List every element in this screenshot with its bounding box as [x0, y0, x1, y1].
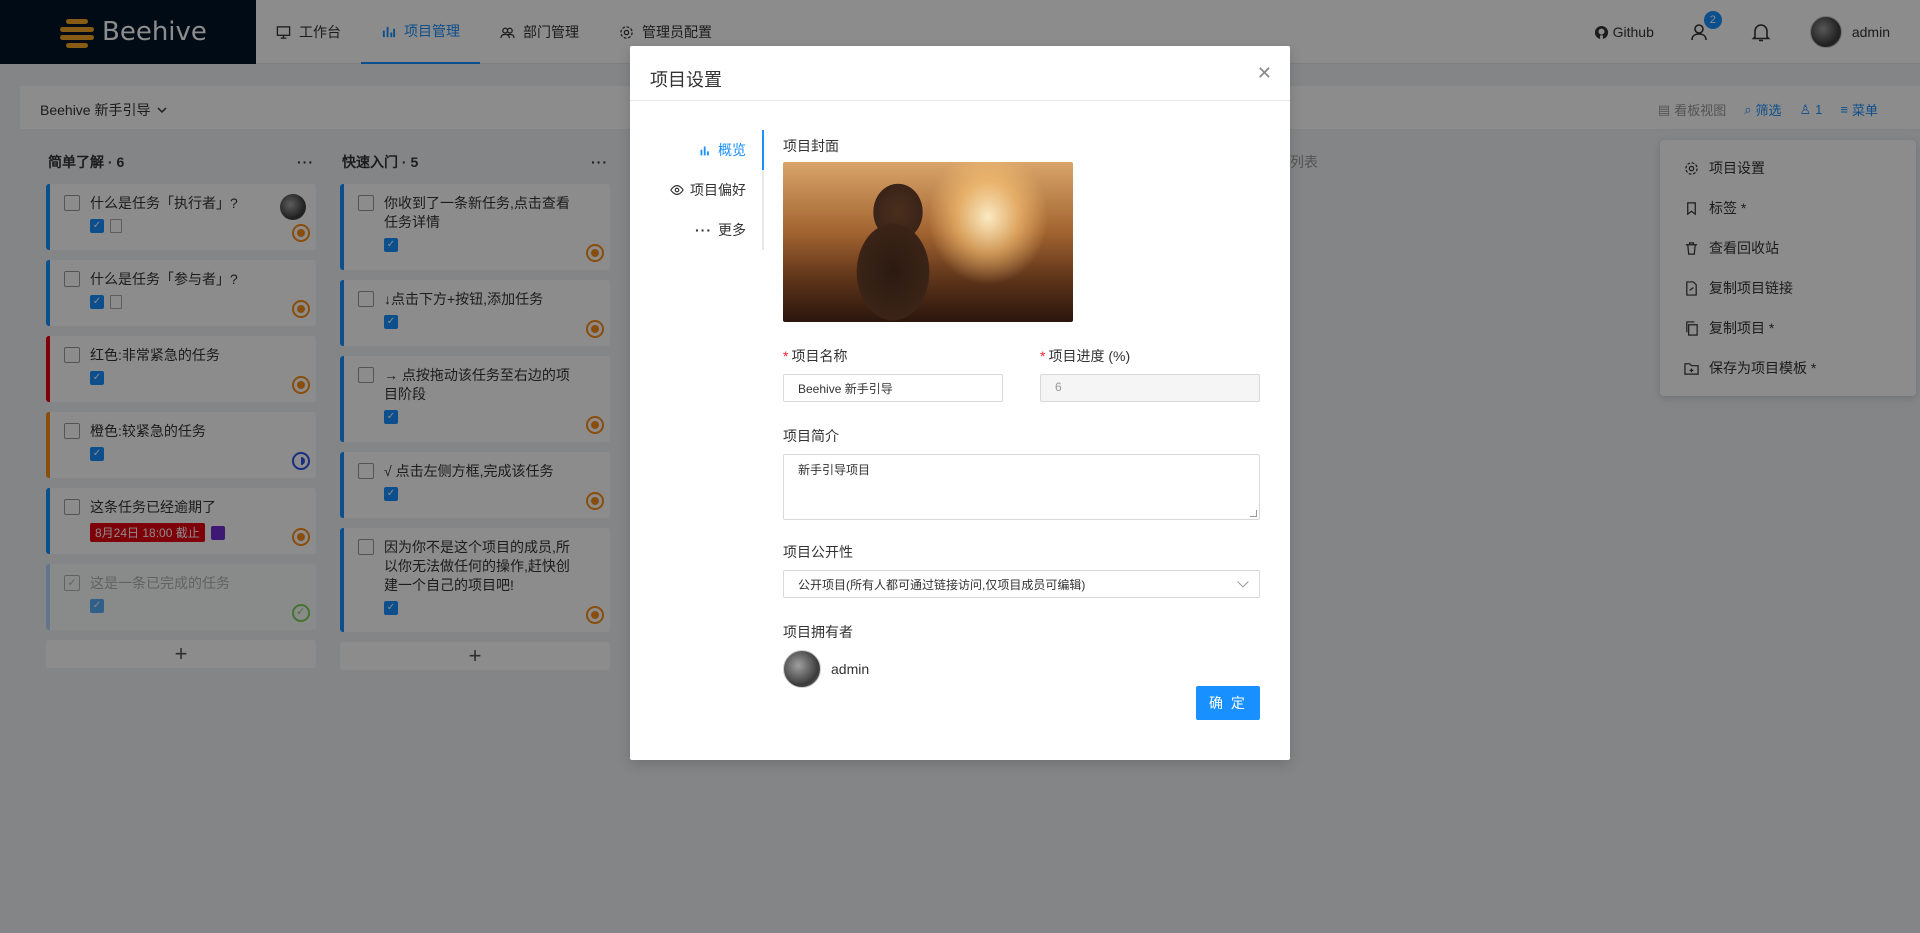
tab-overview[interactable]: 概览 [650, 130, 764, 170]
project-owner: admin [783, 650, 1263, 688]
description-value: 新手引导项目 [798, 463, 871, 477]
cover-label: 项目封面 [783, 138, 839, 154]
tab-label: 更多 [718, 222, 746, 238]
settings-tabs: 概览 项目偏好 ··· 更多 [650, 130, 764, 250]
project-description-textarea[interactable]: 新手引导项目 [783, 454, 1260, 520]
tab-label: 项目偏好 [690, 182, 746, 198]
settings-form: 项目封面 * 项目名称 Beehive 新手引导 * 项目进度 (%) 6 项目简介… [783, 136, 1263, 688]
project-settings-modal: 项目设置 ✕ 概览 项目偏好 ··· 更多 项目封面 * 项目名称 Beehive… [630, 46, 1290, 760]
name-progress-row: * 项目名称 Beehive 新手引导 * 项目进度 (%) 6 [783, 346, 1263, 402]
chevron-down-icon [1237, 576, 1249, 588]
close-icon[interactable]: ✕ [1257, 64, 1272, 100]
owner-label: 项目拥有者 [783, 624, 853, 640]
avatar [783, 650, 821, 688]
owner-name: admin [831, 661, 870, 677]
confirm-button[interactable]: 确 定 [1196, 686, 1260, 720]
project-progress-input: 6 [1040, 374, 1260, 402]
visibility-select[interactable]: 公开项目(所有人都可通过链接访问,仅项目成员可编辑) [783, 570, 1260, 598]
bar-chart-icon [700, 145, 709, 155]
eye-icon [670, 185, 684, 195]
name-label: * 项目名称 [783, 348, 848, 364]
visibility-value: 公开项目(所有人都可通过链接访问,仅项目成员可编辑) [798, 578, 1086, 592]
visibility-label: 项目公开性 [783, 544, 853, 560]
description-label: 项目简介 [783, 428, 839, 444]
tab-more[interactable]: ··· 更多 [650, 210, 762, 250]
tab-preferences[interactable]: 项目偏好 [650, 170, 762, 210]
progress-label: * 项目进度 (%) [1040, 348, 1131, 364]
ellipsis-icon: ··· [695, 222, 712, 238]
modal-header: 项目设置 ✕ [630, 46, 1290, 101]
modal-title: 项目设置 [650, 70, 722, 90]
tab-label: 概览 [718, 142, 746, 158]
project-name-input[interactable]: Beehive 新手引导 [783, 374, 1003, 402]
project-cover-image[interactable] [783, 162, 1073, 322]
